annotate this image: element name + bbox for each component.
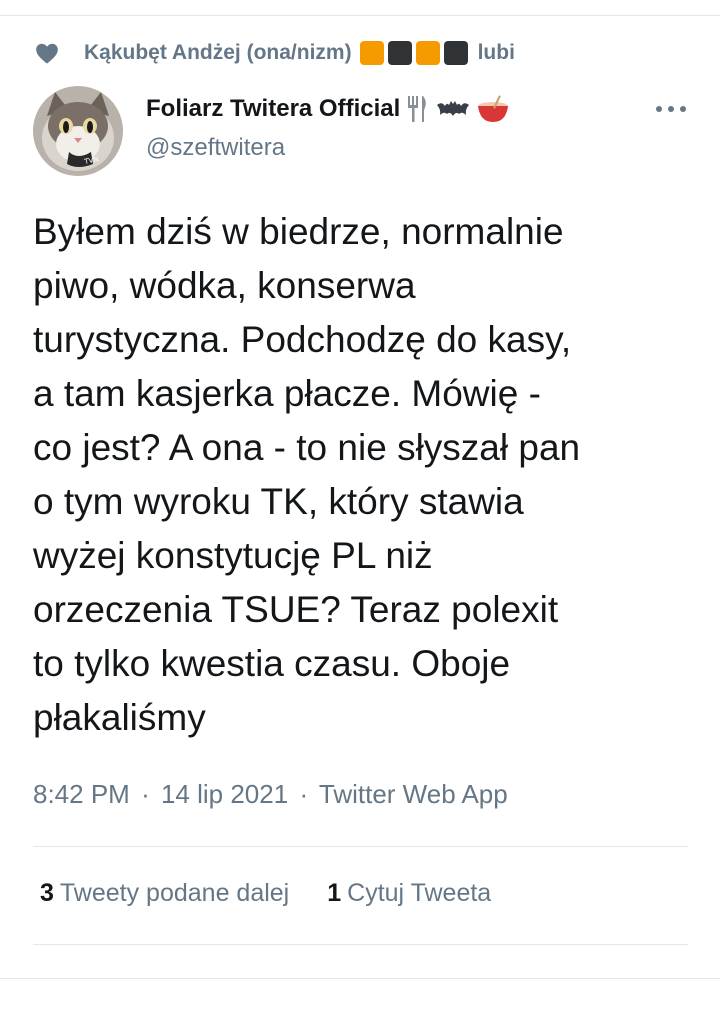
tweet-stats: 3 Tweety podane dalej 1 Cytuj Tweeta	[40, 879, 529, 908]
tweet-text: Byłem dziś w biedrze, normalnie piwo, wó…	[33, 211, 581, 738]
more-options-icon[interactable]	[651, 94, 691, 124]
meta-separator: ·	[299, 779, 309, 809]
cat-avatar-image: TVN	[33, 86, 123, 176]
stats-top-divider	[33, 846, 688, 847]
tweet-header: TVN Foliarz Twitera Official @szeftwiter…	[33, 86, 720, 178]
stats-bottom-divider	[33, 944, 688, 945]
heart-icon	[36, 43, 58, 64]
social-context: Kąkubęt Andżej (ona/nizm) lubi	[34, 38, 515, 68]
tweet-source[interactable]: Twitter Web App	[319, 779, 508, 809]
bowl-icon	[478, 95, 509, 122]
tweet-meta: 8:42 PM · 14 lip 2021 · Twitter Web App	[33, 779, 508, 810]
avatar[interactable]: TVN	[33, 86, 123, 176]
tweet-date[interactable]: 14 lip 2021	[161, 779, 288, 809]
author-handle[interactable]: @szeftwitera	[146, 134, 285, 162]
meta-separator: ·	[141, 779, 150, 809]
fork-knife-icon	[408, 96, 427, 122]
retweets-count: 3	[40, 879, 54, 907]
retweets-stat[interactable]: 3 Tweety podane dalej	[40, 879, 289, 908]
square-emoji-orange	[415, 41, 440, 65]
author-display-name[interactable]: Foliarz Twitera Official	[146, 94, 510, 124]
top-divider	[0, 15, 720, 16]
liker-name[interactable]: Kąkubęt Andżej (ona/nizm)	[84, 41, 352, 65]
quotes-count: 1	[327, 879, 342, 907]
square-emoji-black	[443, 41, 468, 65]
retweets-label: Tweety podane dalej	[59, 879, 290, 907]
bat-icon	[437, 101, 470, 116]
square-emoji-black	[387, 41, 412, 65]
bottom-divider	[0, 978, 720, 979]
liked-verb: lubi	[477, 41, 515, 64]
author-name: Foliarz Twitera Official	[146, 95, 401, 122]
tweet-time[interactable]: 8:42 PM	[33, 779, 130, 809]
quotes-label: Cytuj Tweeta	[347, 879, 492, 907]
square-emoji-orange	[359, 41, 384, 65]
quotes-stat[interactable]: 1 Cytuj Tweeta	[327, 879, 491, 908]
